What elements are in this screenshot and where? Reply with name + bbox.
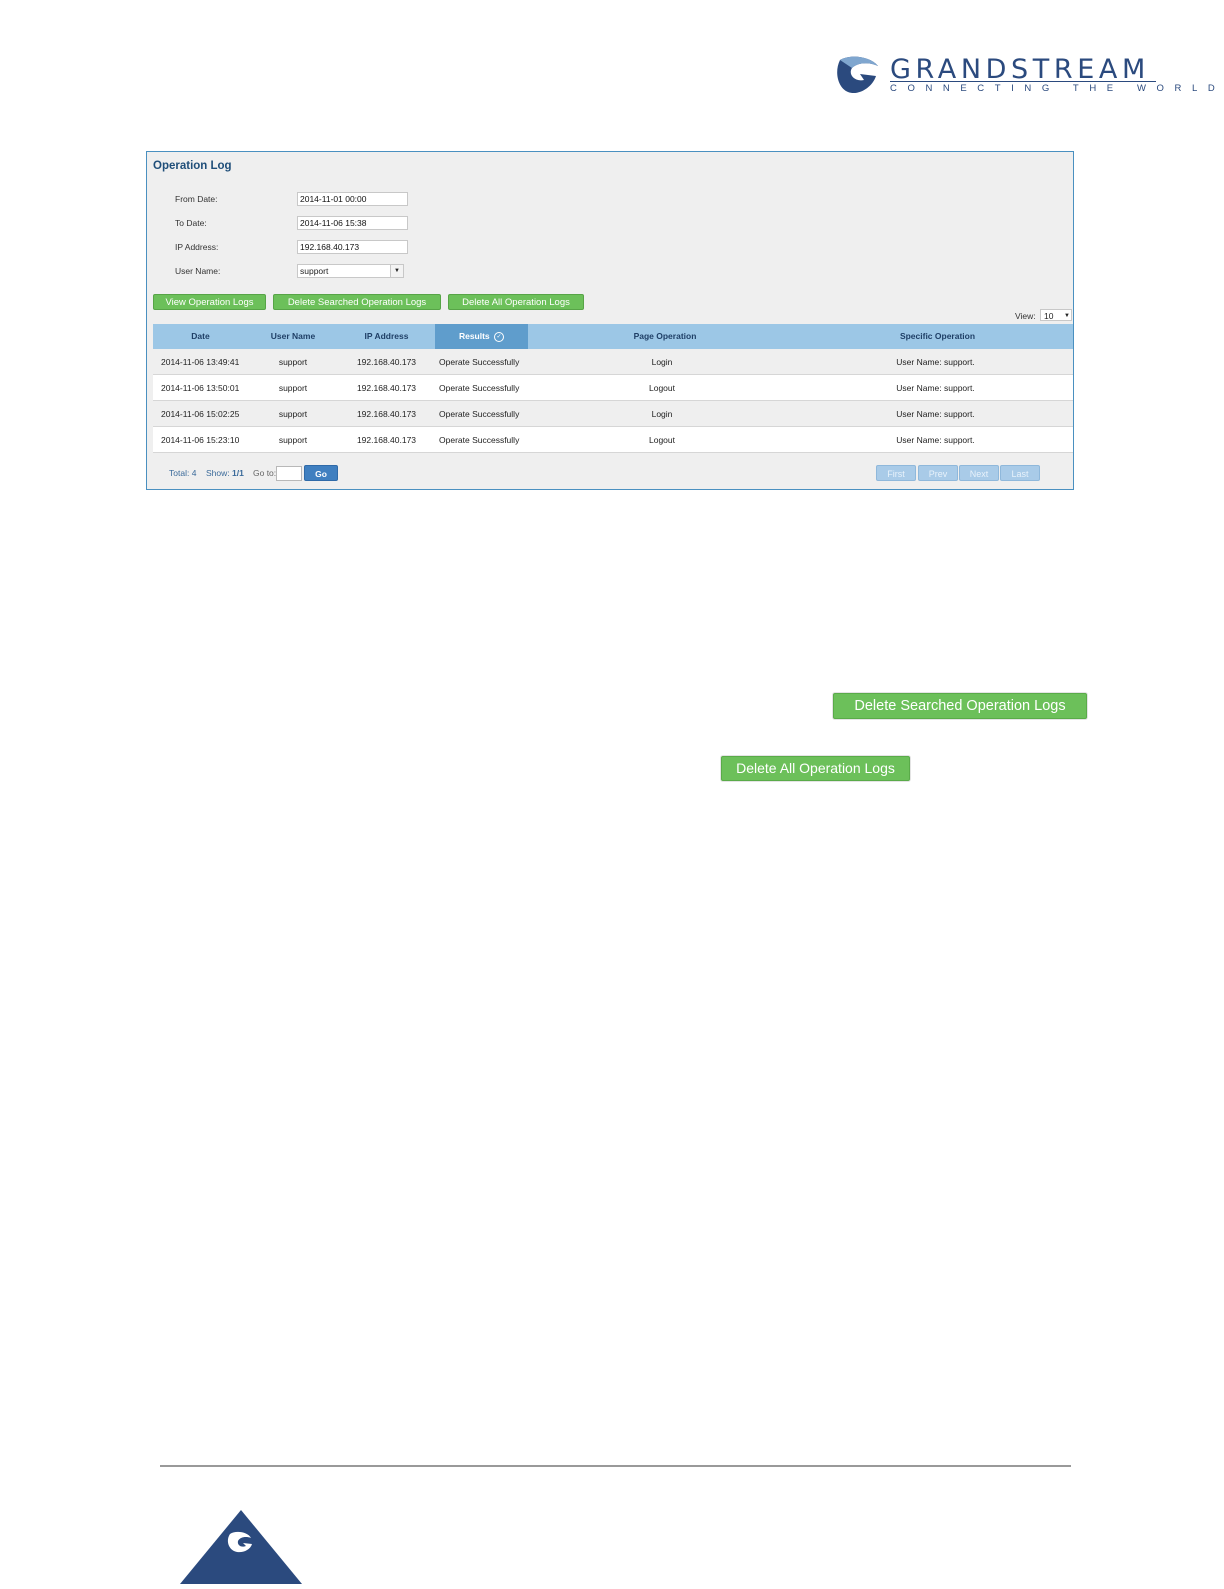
cell-page-operation: Login: [651, 357, 673, 367]
panel-title: Operation Log: [153, 160, 232, 172]
brand-tagline: CONNECTING THE WORLD: [890, 83, 1224, 94]
view-label: View:: [1015, 311, 1036, 321]
cell-result: Operate Successfully: [439, 357, 520, 367]
view-count-value: 10: [1044, 311, 1054, 321]
cell-specific-operation: User Name: support.: [896, 357, 975, 367]
cell-user-name: support: [278, 409, 308, 419]
cell-specific-operation: User Name: support.: [896, 409, 975, 419]
last-page-button[interactable]: Last: [1000, 465, 1040, 481]
chevron-down-icon[interactable]: ▼: [390, 265, 403, 277]
table-row: 2014-11-06 15:23:10 support 192.168.40.1…: [153, 427, 1073, 453]
cell-date: 2014-11-06 15:23:10: [161, 435, 240, 445]
to-date-input[interactable]: 2014-11-06 15:38: [297, 216, 408, 230]
cell-page-operation: Login: [651, 409, 673, 419]
column-header-results[interactable]: Results ✓: [435, 324, 528, 349]
table-header: Date User Name IP Address Results ✓ Page…: [153, 324, 1073, 349]
chevron-down-icon: ▼: [1064, 313, 1070, 319]
column-header-ip-address[interactable]: IP Address: [338, 324, 435, 349]
delete-all-operation-logs-button[interactable]: Delete All Operation Logs: [448, 294, 584, 310]
total-count: Total: 4: [169, 468, 196, 478]
from-date-input[interactable]: 2014-11-01 00:00: [297, 192, 408, 206]
next-page-button[interactable]: Next: [959, 465, 999, 481]
footer-logo: [180, 1510, 302, 1589]
footer-divider: [160, 1465, 1071, 1467]
user-name-select[interactable]: support ▼: [297, 264, 404, 278]
grandstream-logo-icon: [837, 56, 878, 94]
cell-result: Operate Successfully: [439, 409, 520, 419]
view-count-select[interactable]: 10 ▼: [1040, 309, 1072, 321]
grandstream-logo: GRANDSTREAM CONNECTING THE WORLD: [836, 54, 1215, 100]
cell-ip-address: 192.168.40.173: [356, 435, 417, 445]
brand-rule: [890, 81, 1156, 82]
cell-ip-address: 192.168.40.173: [356, 357, 417, 367]
cell-user-name: support: [278, 383, 308, 393]
cell-date: 2014-11-06 13:50:01: [161, 383, 240, 393]
table-row: 2014-11-06 13:50:01 support 192.168.40.1…: [153, 375, 1073, 401]
column-header-user-name[interactable]: User Name: [248, 324, 338, 349]
cell-page-operation: Logout: [649, 435, 675, 445]
show-label: Show:: [206, 468, 230, 478]
cell-ip-address: 192.168.40.173: [356, 409, 417, 419]
show-value: 1/1: [232, 468, 244, 478]
cell-date: 2014-11-06 15:02:25: [161, 409, 240, 419]
user-name-label: User Name:: [175, 266, 221, 276]
ip-address-input[interactable]: 192.168.40.173: [297, 240, 408, 254]
to-date-label: To Date:: [175, 218, 207, 228]
delete-all-operation-logs-button-large[interactable]: Delete All Operation Logs: [721, 756, 910, 781]
column-header-page-operation[interactable]: Page Operation: [528, 324, 802, 349]
user-name-value: support: [300, 266, 329, 276]
cell-date: 2014-11-06 13:49:41: [161, 357, 240, 367]
go-button[interactable]: Go: [304, 465, 338, 481]
grandstream-triangle-icon: [180, 1510, 302, 1584]
operation-log-panel: Operation Log From Date: 2014-11-01 00:0…: [146, 151, 1074, 490]
table-row: 2014-11-06 15:02:25 support 192.168.40.1…: [153, 401, 1073, 427]
goto-label: Go to:: [253, 468, 277, 478]
delete-searched-operation-logs-button[interactable]: Delete Searched Operation Logs: [273, 294, 441, 310]
first-page-button[interactable]: First: [876, 465, 916, 481]
goto-page-input[interactable]: [276, 466, 302, 481]
column-header-specific-operation[interactable]: Specific Operation: [802, 324, 1073, 349]
sort-indicator-icon: ✓: [494, 331, 505, 342]
cell-user-name: support: [278, 357, 308, 367]
column-header-date[interactable]: Date: [153, 324, 248, 349]
ip-address-label: IP Address:: [175, 242, 219, 252]
cell-ip-address: 192.168.40.173: [356, 383, 417, 393]
cell-result: Operate Successfully: [439, 383, 520, 393]
cell-specific-operation: User Name: support.: [896, 435, 975, 445]
prev-page-button[interactable]: Prev: [918, 465, 958, 481]
from-date-label: From Date:: [175, 194, 218, 204]
delete-searched-operation-logs-button-large[interactable]: Delete Searched Operation Logs: [833, 693, 1087, 719]
total-label: Total:: [169, 468, 190, 478]
cell-user-name: support: [278, 435, 308, 445]
cell-result: Operate Successfully: [439, 435, 520, 445]
total-value: 4: [191, 468, 197, 478]
show-pages: Show: 1/1: [206, 468, 244, 478]
table-row: 2014-11-06 13:49:41 support 192.168.40.1…: [153, 349, 1073, 375]
view-operation-logs-button[interactable]: View Operation Logs: [153, 294, 266, 310]
results-header-label: Results: [458, 331, 490, 341]
cell-specific-operation: User Name: support.: [896, 383, 975, 393]
cell-page-operation: Logout: [649, 383, 675, 393]
